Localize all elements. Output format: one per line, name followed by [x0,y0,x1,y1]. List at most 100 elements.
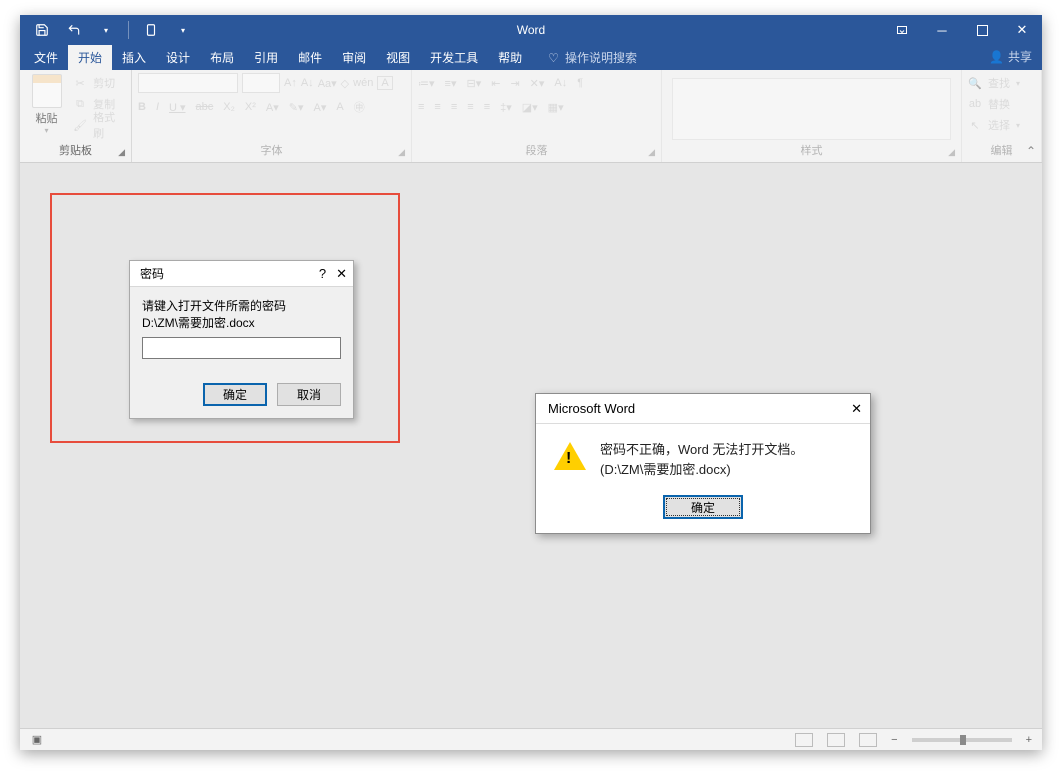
strike-button[interactable]: abc [196,101,214,113]
show-marks-icon[interactable]: ¶ [577,77,583,89]
status-right: − + [795,733,1032,747]
error-line2: (D:\ZM\需要加密.docx) [600,460,803,480]
distributed-icon[interactable]: ≡ [484,101,490,113]
char-border-icon[interactable]: A [377,76,392,90]
tab-references[interactable]: 引用 [244,45,288,70]
maximize-button[interactable] [962,15,1002,45]
password-file-path: D:\ZM\需要加密.docx [142,314,341,331]
qat-touch-mode-button[interactable] [137,18,165,42]
close-button[interactable]: ✕ [1002,15,1042,45]
italic-button[interactable]: I [156,101,159,113]
clear-format-icon[interactable]: ◇ [341,77,349,90]
justify-icon[interactable]: ≡ [467,101,473,113]
dialog-launcher-icon[interactable]: ◢ [948,147,955,158]
superscript-button[interactable]: X² [245,101,256,113]
select-button[interactable]: ↖选择▾ [968,116,1020,134]
tab-file[interactable]: 文件 [24,45,68,70]
char-shading-icon[interactable]: A [336,101,343,113]
change-case-icon[interactable]: Aa▾ [318,77,337,90]
ribbon-display-options[interactable] [882,15,922,45]
macro-record-icon[interactable]: ▣ [30,733,44,747]
underline-button[interactable]: U ▾ [169,101,186,114]
dialog-launcher-icon[interactable]: ◢ [118,147,125,158]
password-cancel-button[interactable]: 取消 [277,383,341,406]
cut-button[interactable]: ✂剪切 [73,74,125,92]
group-clipboard-label: 剪贴板◢ [26,140,125,160]
font-size-combo[interactable] [242,73,280,93]
group-styles-label: 样式◢ [668,140,955,160]
error-dialog-titlebar[interactable]: Microsoft Word ✕ [536,394,870,424]
bold-button[interactable]: B [138,101,146,113]
bullets-icon[interactable]: ≔▾ [418,77,435,90]
qat-undo-more[interactable]: ▾ [92,18,120,42]
close-icon[interactable]: ✕ [851,401,862,417]
align-center-icon[interactable]: ≡ [434,101,440,113]
subscript-button[interactable]: X₂ [223,101,235,113]
shading-icon[interactable]: ◪▾ [522,101,538,114]
enclose-chars-icon[interactable]: ㊥ [354,99,365,115]
phonetic-icon[interactable]: wén [353,77,373,89]
collapse-ribbon-icon[interactable]: ⌃ [1026,144,1036,158]
tab-review[interactable]: 审阅 [332,45,376,70]
view-read-mode[interactable] [795,733,813,747]
tab-insert[interactable]: 插入 [112,45,156,70]
zoom-out-button[interactable]: − [891,734,897,746]
qat-save-button[interactable] [28,18,56,42]
tab-mailings[interactable]: 邮件 [288,45,332,70]
password-dialog-titlebar[interactable]: 密码 ? ✕ [130,261,353,287]
group-paragraph: ≔▾ ≡▾ ⊟▾ ⇤ ⇥ ✕▾ A↓ ¶ ≡ ≡ ≡ ≡ ≡ ‡▾ ◪▾ [412,70,662,162]
numbering-icon[interactable]: ≡▾ [445,77,457,90]
sort-icon[interactable]: A↓ [554,77,567,89]
qat-customize-button[interactable]: ▾ [169,18,197,42]
text-direction-icon[interactable]: ✕▾ [530,77,545,90]
dialog-launcher-icon[interactable]: ◢ [398,147,405,158]
increase-indent-icon[interactable]: ⇥ [510,77,519,90]
align-right-icon[interactable]: ≡ [451,101,457,113]
error-ok-button[interactable]: 确定 [663,495,743,519]
zoom-slider-thumb[interactable] [960,735,966,745]
minimize-button[interactable]: ─ [922,15,962,45]
qat-undo-button[interactable] [60,18,88,42]
password-prompt-text: 请键入打开文件所需的密码 [142,297,341,314]
view-web-layout[interactable] [859,733,877,747]
password-ok-button[interactable]: 确定 [203,383,267,406]
highlight-icon[interactable]: ✎▾ [289,101,304,114]
format-painter-button[interactable]: 🖌格式刷 [73,116,125,134]
styles-gallery[interactable] [672,78,951,140]
tell-me-search[interactable]: ♡ 操作说明搜索 [540,45,645,70]
window-controls: ─ ✕ [882,15,1042,45]
tab-view[interactable]: 视图 [376,45,420,70]
decrease-indent-icon[interactable]: ⇤ [491,77,500,90]
grow-font-icon[interactable]: A↑ [284,77,297,89]
zoom-in-button[interactable]: + [1026,734,1032,746]
dialog-launcher-icon[interactable]: ◢ [648,147,655,158]
share-button[interactable]: 👤 共享 [989,48,1032,65]
tab-developer[interactable]: 开发工具 [420,45,488,70]
error-dialog-title: Microsoft Word [548,401,635,416]
text-effects-icon[interactable]: A▾ [266,101,279,114]
ribbon: 粘贴 ▾ ✂剪切 ⧉复制 🖌格式刷 剪贴板◢ A↑ A↓ Aa▾ [20,70,1042,163]
shrink-font-icon[interactable]: A↓ [301,77,314,89]
tab-layout[interactable]: 布局 [200,45,244,70]
password-dialog-title: 密码 [140,265,164,282]
tab-design[interactable]: 设计 [156,45,200,70]
font-family-combo[interactable] [138,73,238,93]
zoom-slider[interactable] [912,738,1012,742]
password-input[interactable] [142,337,341,359]
close-icon[interactable]: ✕ [336,266,347,282]
find-button[interactable]: 🔍查找▾ [968,74,1020,92]
tab-help[interactable]: 帮助 [488,45,532,70]
line-spacing-icon[interactable]: ‡▾ [500,101,512,114]
paste-button[interactable]: 粘贴 ▾ [26,74,67,135]
ribbon-tabs: 文件 开始 插入 设计 布局 引用 邮件 审阅 视图 开发工具 帮助 ♡ 操作说… [20,45,1042,70]
multilevel-icon[interactable]: ⊟▾ [466,77,481,90]
search-icon: 🔍 [968,76,982,90]
warning-icon [554,442,586,470]
view-print-layout[interactable] [827,733,845,747]
replace-button[interactable]: ab替换 [968,95,1010,113]
borders-icon[interactable]: ▦▾ [548,101,564,114]
tab-home[interactable]: 开始 [68,45,112,70]
help-icon[interactable]: ? [319,266,326,282]
font-color-icon[interactable]: A▾ [314,101,327,114]
align-left-icon[interactable]: ≡ [418,101,424,113]
